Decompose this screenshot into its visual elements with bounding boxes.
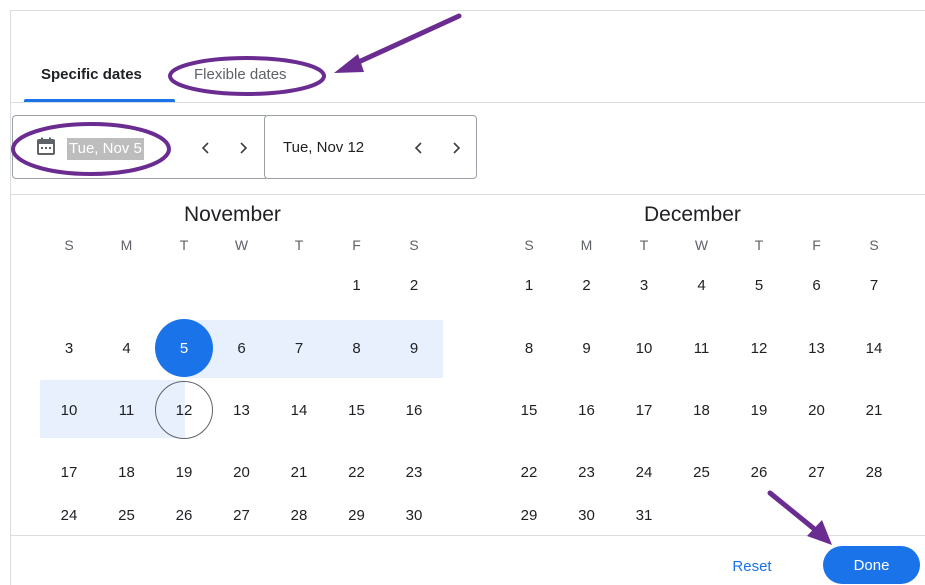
day-cell[interactable]: 20 (788, 381, 846, 439)
weekday-header: S (409, 237, 419, 253)
day-cell[interactable]: 12 (155, 381, 213, 439)
day-cell[interactable]: 15 (328, 381, 386, 439)
end-prev-chevron-icon[interactable] (410, 139, 428, 157)
tabs-divider (11, 102, 925, 103)
day-cell[interactable]: 5 (730, 256, 788, 314)
tab-specific-dates[interactable]: Specific dates (41, 66, 142, 83)
header-divider (11, 194, 925, 195)
day-cell[interactable]: 7 (270, 319, 328, 377)
day-cell[interactable]: 7 (845, 256, 903, 314)
day-cell[interactable]: 17 (615, 381, 673, 439)
day-cell[interactable]: 1 (500, 256, 558, 314)
day-cell[interactable]: 13 (788, 319, 846, 377)
day-cell[interactable]: 28 (845, 443, 903, 501)
start-prev-chevron-icon[interactable] (197, 139, 215, 157)
weekday-header: T (294, 237, 304, 253)
weekday-header: M (580, 237, 593, 253)
day-cell[interactable]: 16 (385, 381, 443, 439)
day-cell[interactable]: 13 (213, 381, 271, 439)
day-cell[interactable]: 8 (328, 319, 386, 377)
day-cell[interactable]: 10 (615, 319, 673, 377)
footer-divider (11, 535, 925, 536)
month-title-november: November (184, 203, 281, 226)
day-cell[interactable]: 1 (328, 256, 386, 314)
day-cell[interactable]: 8 (500, 319, 558, 377)
day-cell[interactable]: 11 (98, 381, 156, 439)
reset-button[interactable]: Reset (718, 549, 786, 583)
day-cell[interactable]: 14 (845, 319, 903, 377)
day-cell[interactable]: 26 (730, 443, 788, 501)
day-cell[interactable]: 27 (788, 443, 846, 501)
day-cell[interactable]: 5 (155, 319, 213, 377)
weekday-header: T (639, 237, 649, 253)
weekday-header: F (812, 237, 821, 253)
day-cell[interactable]: 18 (673, 381, 731, 439)
end-next-chevron-icon[interactable] (447, 139, 465, 157)
weekday-header: W (694, 237, 709, 253)
weekday-header: T (754, 237, 764, 253)
day-cell[interactable]: 4 (673, 256, 731, 314)
day-cell[interactable]: 6 (213, 319, 271, 377)
day-cell[interactable]: 16 (558, 381, 616, 439)
day-cell[interactable]: 21 (845, 381, 903, 439)
day-cell[interactable]: 2 (558, 256, 616, 314)
start-next-chevron-icon[interactable] (234, 139, 252, 157)
day-cell[interactable]: 9 (385, 319, 443, 377)
day-cell[interactable]: 9 (558, 319, 616, 377)
weekday-header: W (234, 237, 249, 253)
done-button[interactable]: Done (823, 546, 920, 584)
day-cell[interactable]: 19 (730, 381, 788, 439)
day-cell[interactable]: 15 (500, 381, 558, 439)
weekday-header: S (524, 237, 534, 253)
start-date-text[interactable]: Tue, Nov 5 (67, 138, 144, 160)
day-cell[interactable]: 25 (673, 443, 731, 501)
day-cell[interactable]: 4 (98, 319, 156, 377)
month-title-december: December (644, 203, 741, 226)
day-cell[interactable]: 12 (730, 319, 788, 377)
weekday-header: T (179, 237, 189, 253)
tab-flexible-dates[interactable]: Flexible dates (194, 66, 287, 83)
day-cell[interactable]: 2 (385, 256, 443, 314)
weekday-header: S (869, 237, 879, 253)
day-cell[interactable]: 10 (40, 381, 98, 439)
weekday-header: M (120, 237, 133, 253)
day-cell[interactable]: 6 (788, 256, 846, 314)
day-cell[interactable]: 3 (615, 256, 673, 314)
day-cell[interactable]: 3 (40, 319, 98, 377)
weekday-header: S (64, 237, 74, 253)
end-date-text[interactable]: Tue, Nov 12 (283, 139, 364, 156)
day-cell[interactable]: 11 (673, 319, 731, 377)
day-cell[interactable]: 14 (270, 381, 328, 439)
calendar-icon (36, 136, 56, 156)
weekday-header: F (352, 237, 361, 253)
